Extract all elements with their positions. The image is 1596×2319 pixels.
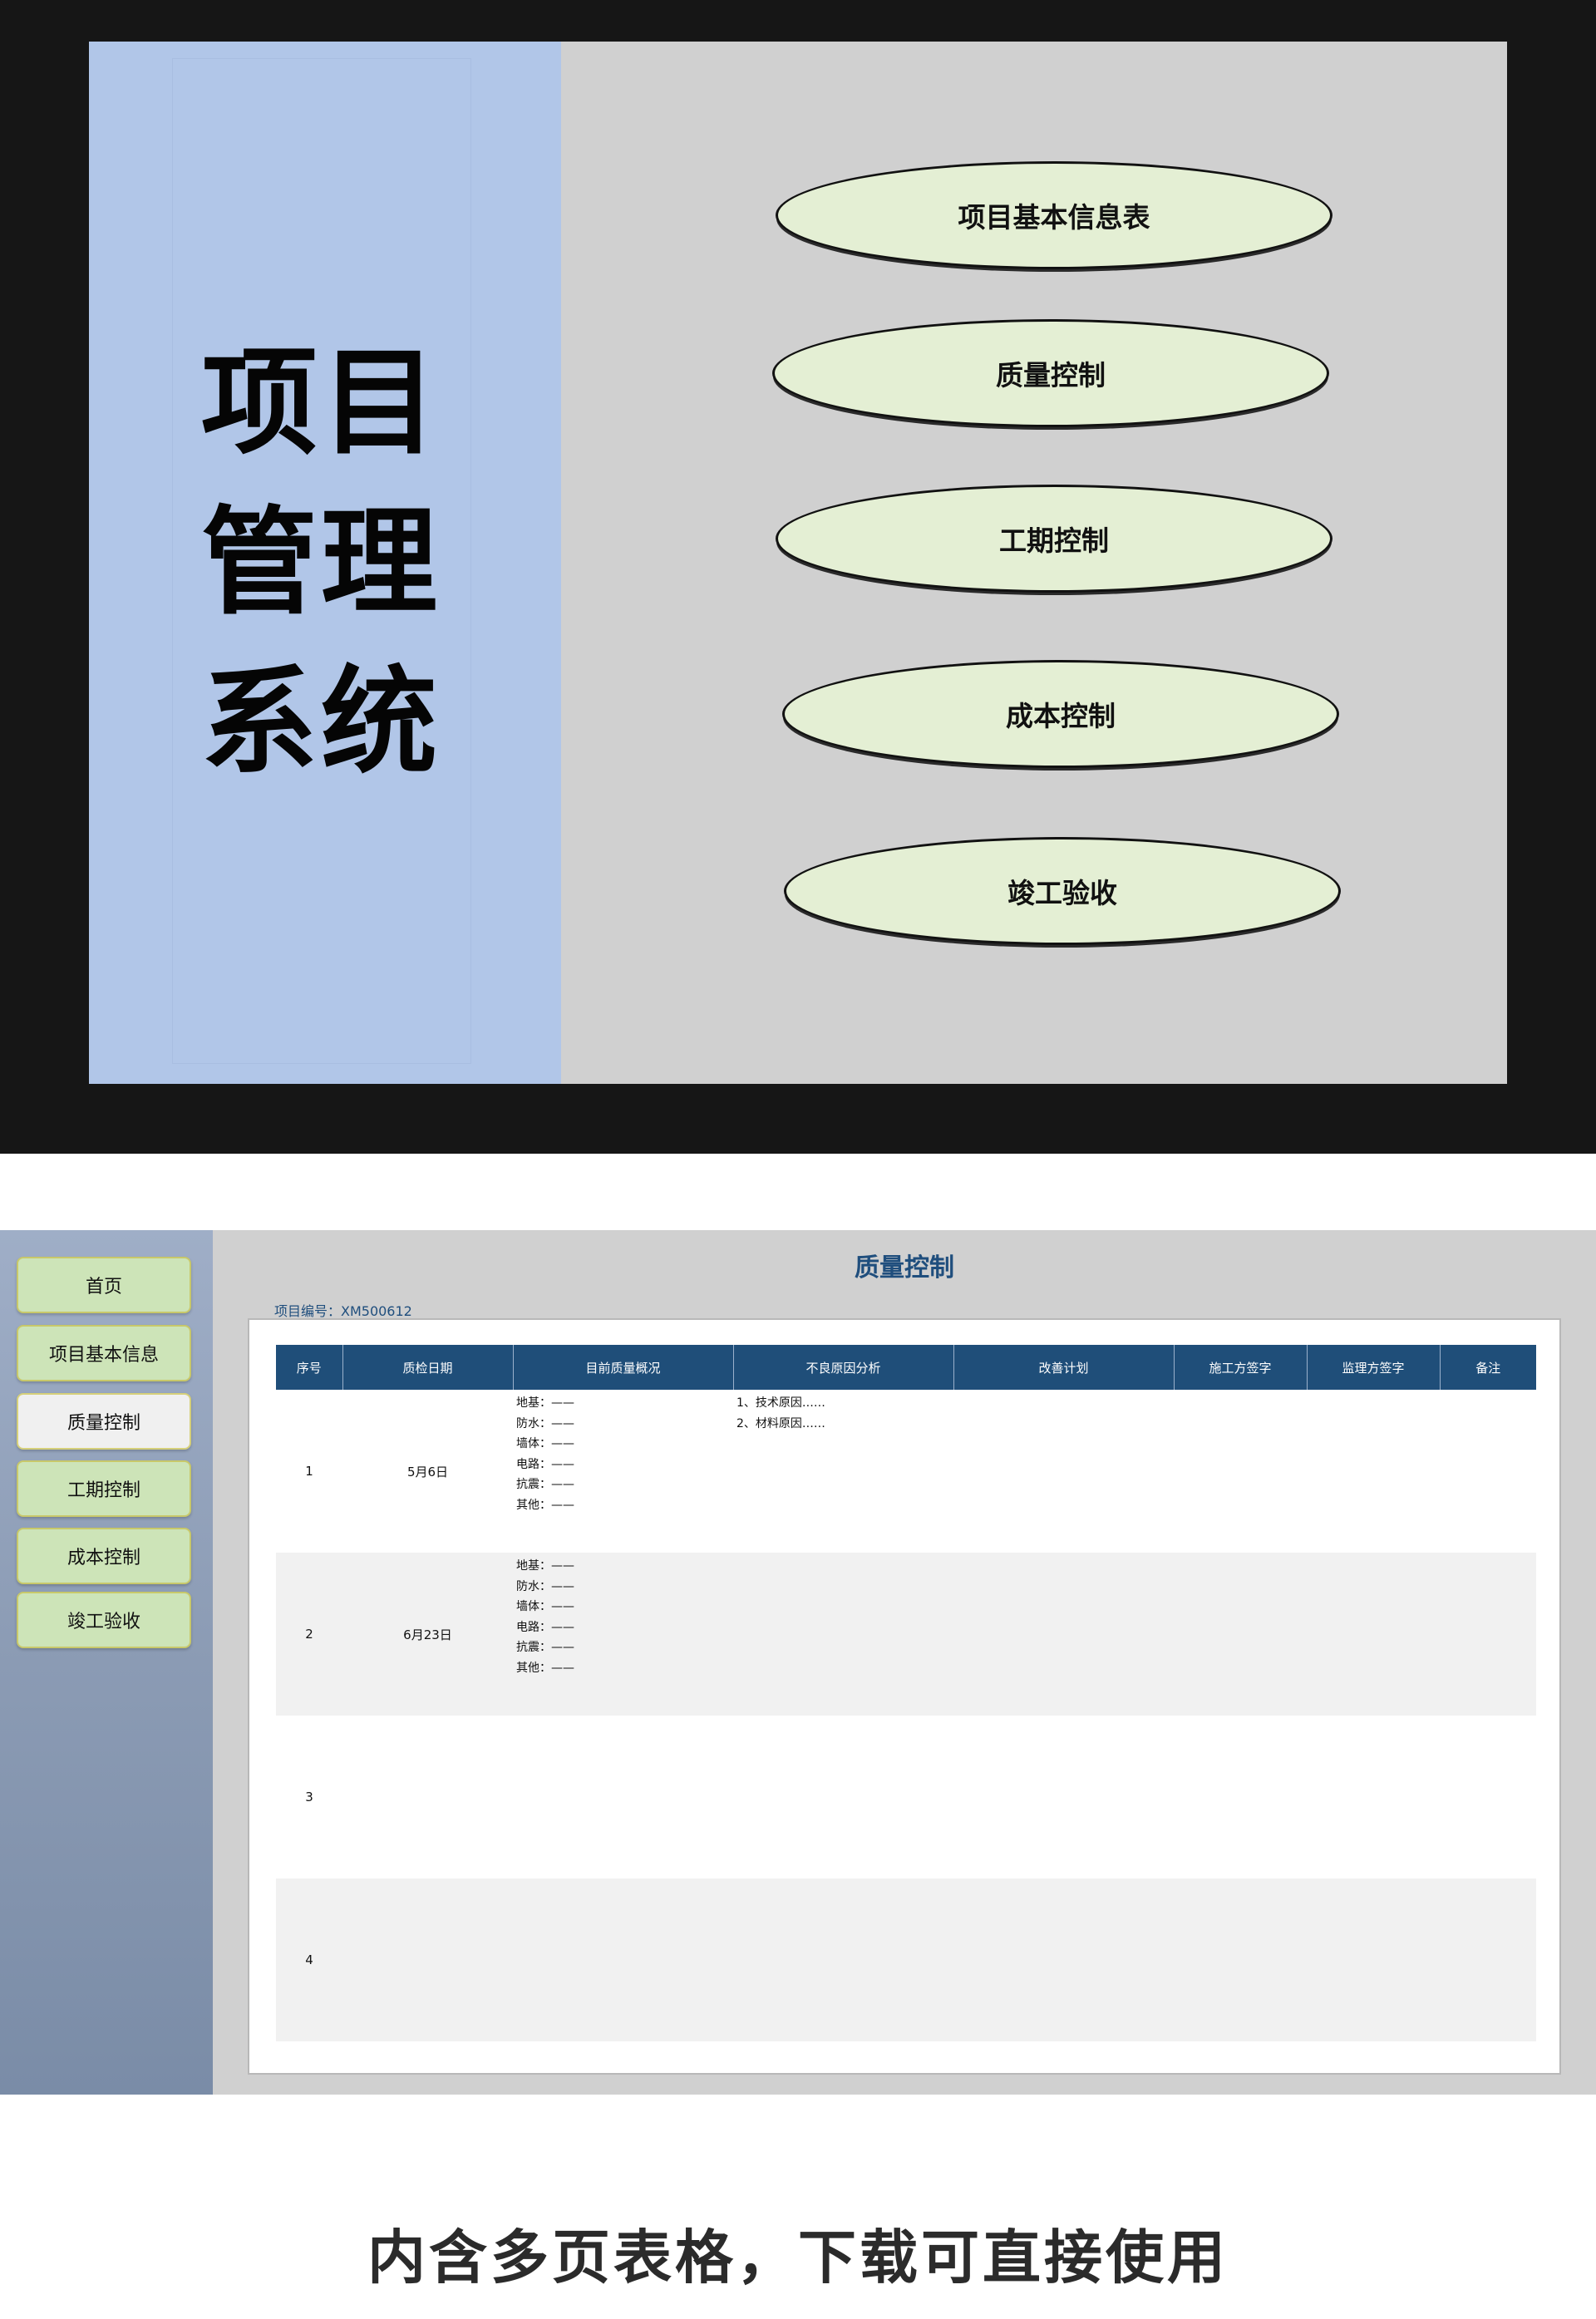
- promo-caption: 内含多页表格，下载可直接使用: [367, 2223, 1229, 2292]
- cell-no[interactable]: 3: [276, 1716, 342, 1878]
- table-row: 1 5月6日 地基：—— 防水：—— 墙体：—— 电路：—— 抗震：—— 其他：…: [276, 1390, 1536, 1553]
- cell-contractor-sign[interactable]: [1174, 1878, 1307, 2041]
- sidebar-item-completion-acceptance[interactable]: 竣工验收: [17, 1592, 191, 1648]
- column-header-notes: 备注: [1440, 1345, 1536, 1390]
- table-row: 4: [276, 1878, 1536, 2041]
- cell-contractor-sign[interactable]: [1174, 1553, 1307, 1716]
- cell-notes[interactable]: [1440, 1716, 1536, 1878]
- slide-title-panel: 项目 管理 系统: [89, 42, 561, 1084]
- oval-completion-acceptance-button[interactable]: 竣工验收: [784, 837, 1341, 945]
- status-line: 抗震：——: [516, 1478, 574, 1491]
- title-slide: 项目 管理 系统 项目基本信息表 质量控制 工期控制 成本控制 竣工验收: [89, 42, 1507, 1084]
- reason-line: 2、材料原因……: [736, 1416, 825, 1430]
- cell-reasons[interactable]: [733, 1553, 953, 1716]
- status-line: 其他：——: [516, 1498, 574, 1512]
- cell-status[interactable]: [513, 1716, 733, 1878]
- cell-supervisor-sign[interactable]: [1307, 1878, 1440, 2041]
- cell-supervisor-sign[interactable]: [1307, 1390, 1440, 1553]
- cell-contractor-sign[interactable]: [1174, 1390, 1307, 1553]
- oval-project-info-button[interactable]: 项目基本信息表: [776, 161, 1332, 269]
- cell-notes[interactable]: [1440, 1553, 1536, 1716]
- cell-plan[interactable]: [953, 1878, 1174, 2041]
- status-line: 墙体：——: [516, 1600, 574, 1613]
- status-line: 其他：——: [516, 1661, 574, 1675]
- cell-plan[interactable]: [953, 1553, 1174, 1716]
- cell-status[interactable]: [513, 1878, 733, 2041]
- quality-control-table: 序号 质检日期 目前质量概况 不良原因分析 改善计划 施工方签字 监理方签字 备…: [276, 1345, 1536, 2041]
- sidebar-item-cost-control[interactable]: 成本控制: [17, 1528, 191, 1584]
- project-number: 项目编号：XM500612: [274, 1303, 412, 1319]
- status-line: 抗震：——: [516, 1641, 574, 1654]
- column-header-plan: 改善计划: [953, 1345, 1175, 1390]
- table-row: 3: [276, 1716, 1536, 1878]
- cell-status[interactable]: 地基：—— 防水：—— 墙体：—— 电路：—— 抗震：—— 其他：——: [513, 1390, 733, 1553]
- status-line: 电路：——: [516, 1620, 574, 1634]
- column-header-contractor-sign: 施工方签字: [1174, 1345, 1308, 1390]
- cell-notes[interactable]: [1440, 1390, 1536, 1553]
- cell-date[interactable]: 6月23日: [342, 1553, 513, 1716]
- cell-no[interactable]: 4: [276, 1878, 342, 2041]
- cell-contractor-sign[interactable]: [1174, 1716, 1307, 1878]
- table-header-row: 序号 质检日期 目前质量概况 不良原因分析 改善计划 施工方签字 监理方签字 备…: [276, 1345, 1536, 1390]
- status-line: 墙体：——: [516, 1437, 574, 1450]
- cell-notes[interactable]: [1440, 1878, 1536, 2041]
- oval-quality-control-button[interactable]: 质量控制: [772, 319, 1329, 427]
- cell-date[interactable]: [342, 1878, 513, 2041]
- system-title-line-2: 管理: [201, 495, 441, 631]
- cell-reasons[interactable]: [733, 1878, 953, 2041]
- reason-line: 1、技术原因……: [736, 1396, 825, 1410]
- cell-reasons[interactable]: 1、技术原因…… 2、材料原因……: [733, 1390, 953, 1553]
- cell-supervisor-sign[interactable]: [1307, 1716, 1440, 1878]
- cell-supervisor-sign[interactable]: [1307, 1553, 1440, 1716]
- cell-date[interactable]: [342, 1716, 513, 1878]
- column-header-status: 目前质量概况: [513, 1345, 734, 1390]
- quality-table-card: 序号 质检日期 目前质量概况 不良原因分析 改善计划 施工方签字 监理方签字 备…: [248, 1318, 1561, 2075]
- status-line: 防水：——: [516, 1416, 574, 1430]
- cell-reasons[interactable]: [733, 1716, 953, 1878]
- cell-plan[interactable]: [953, 1390, 1174, 1553]
- column-header-date: 质检日期: [342, 1345, 514, 1390]
- cell-no[interactable]: 2: [276, 1553, 342, 1716]
- cell-date[interactable]: 5月6日: [342, 1390, 513, 1553]
- system-title-line-1: 项目: [201, 336, 441, 471]
- column-header-no: 序号: [276, 1345, 343, 1390]
- oval-schedule-control-button[interactable]: 工期控制: [776, 485, 1332, 593]
- status-line: 地基：——: [516, 1396, 574, 1410]
- sidebar-item-quality-control[interactable]: 质量控制: [17, 1393, 191, 1450]
- table-row: 2 6月23日 地基：—— 防水：—— 墙体：—— 电路：—— 抗震：—— 其他…: [276, 1553, 1536, 1716]
- quality-control-screen: 首页 项目基本信息 质量控制 工期控制 成本控制 竣工验收 质量控制 项目编号：…: [0, 1230, 1596, 2095]
- status-line: 电路：——: [516, 1457, 574, 1471]
- cell-plan[interactable]: [953, 1716, 1174, 1878]
- slide-backdrop: 项目 管理 系统 项目基本信息表 质量控制 工期控制 成本控制 竣工验收: [0, 0, 1596, 1154]
- status-line: 地基：——: [516, 1559, 574, 1573]
- oval-cost-control-button[interactable]: 成本控制: [782, 660, 1339, 768]
- system-title: 项目 管理 系统: [201, 324, 475, 803]
- column-header-reasons: 不良原因分析: [733, 1345, 954, 1390]
- cell-status[interactable]: 地基：—— 防水：—— 墙体：—— 电路：—— 抗震：—— 其他：——: [513, 1553, 733, 1716]
- sidebar-item-home[interactable]: 首页: [17, 1257, 191, 1313]
- column-header-supervisor-sign: 监理方签字: [1307, 1345, 1441, 1390]
- cell-no[interactable]: 1: [276, 1390, 342, 1553]
- system-title-line-3: 系统: [201, 655, 441, 790]
- page-title: 质量控制: [855, 1253, 954, 1283]
- sidebar-item-schedule-control[interactable]: 工期控制: [17, 1460, 191, 1517]
- status-line: 防水：——: [516, 1579, 574, 1593]
- sidebar: 首页 项目基本信息 质量控制 工期控制 成本控制 竣工验收: [0, 1230, 213, 2095]
- sidebar-item-project-info[interactable]: 项目基本信息: [17, 1325, 191, 1381]
